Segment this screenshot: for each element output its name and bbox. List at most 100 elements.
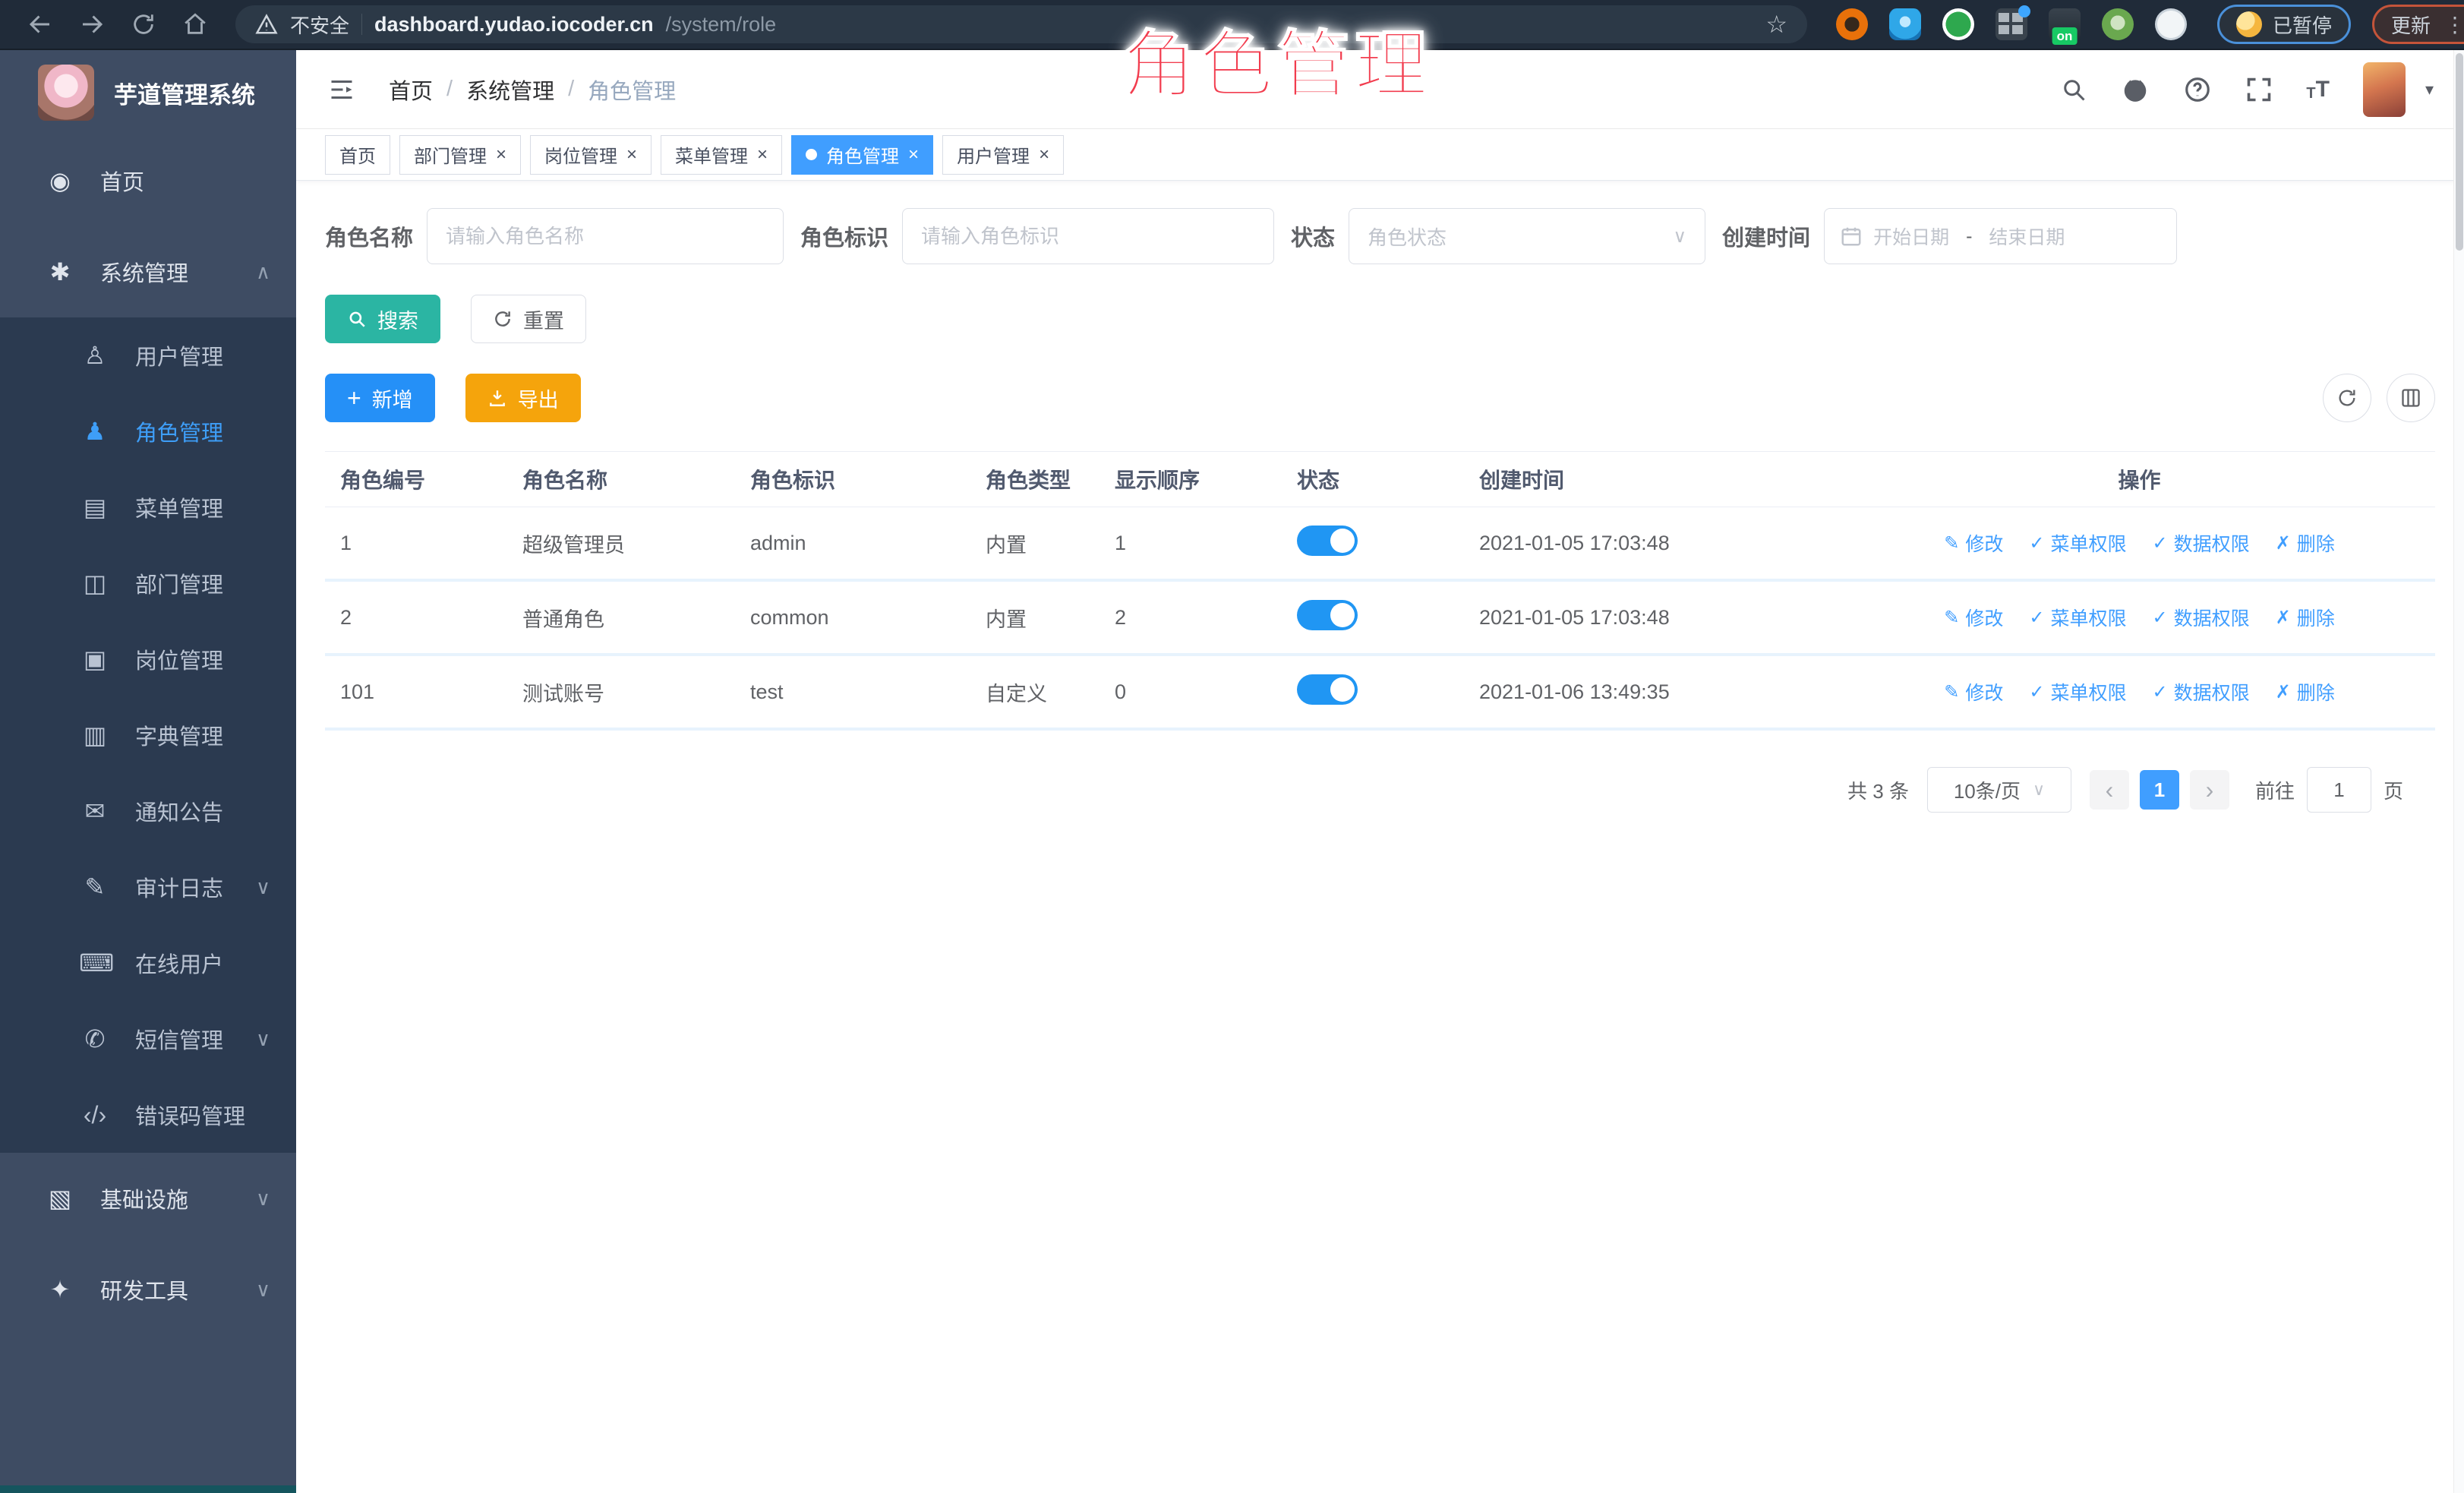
delete-link[interactable]: ✗ 删除 bbox=[2276, 529, 2335, 557]
sidebar-item-label: 角色管理 bbox=[135, 415, 223, 447]
close-icon[interactable]: × bbox=[1039, 146, 1049, 164]
app-logo[interactable]: 芋道管理系统 bbox=[0, 50, 296, 135]
close-icon[interactable]: × bbox=[626, 146, 637, 164]
page-size-select[interactable]: 10条/页 ∨ bbox=[1927, 767, 2071, 813]
browser-back-icon[interactable] bbox=[18, 5, 62, 43]
data-permission-link[interactable]: ✓ 数据权限 bbox=[2153, 529, 2250, 557]
close-icon[interactable]: × bbox=[757, 146, 768, 164]
sidebar-item-7[interactable]: ▥ 字典管理 bbox=[0, 697, 296, 773]
status-toggle[interactable] bbox=[1297, 600, 1358, 630]
sidebar-item-4[interactable]: ▤ 菜单管理 bbox=[0, 469, 296, 545]
status-select[interactable]: 角色状态 ∨ bbox=[1349, 208, 1705, 264]
sidebar-item-6[interactable]: ▣ 岗位管理 bbox=[0, 621, 296, 697]
sidebar-item-3[interactable]: ♟ 角色管理 bbox=[0, 393, 296, 469]
close-icon[interactable]: × bbox=[496, 146, 506, 164]
extension-icon-monkey[interactable] bbox=[2102, 8, 2134, 40]
error-code-icon: ‹/› bbox=[79, 1101, 111, 1129]
search-button[interactable]: 搜索 bbox=[325, 295, 440, 343]
edit-link[interactable]: ✎ 修改 bbox=[1944, 678, 2003, 705]
help-icon[interactable] bbox=[2183, 75, 2212, 104]
extension-icon-proxy[interactable]: on bbox=[2049, 8, 2081, 40]
add-button[interactable]: + 新增 bbox=[325, 374, 435, 422]
sidebar-item-10[interactable]: ⌨ 在线用户 bbox=[0, 925, 296, 1001]
browser-menu-dots-icon[interactable]: ⋮ bbox=[2444, 12, 2464, 37]
sidebar-item-label: 通知公告 bbox=[135, 795, 223, 827]
sidebar-item-2[interactable]: ♙ 用户管理 bbox=[0, 317, 296, 393]
github-icon[interactable] bbox=[2121, 75, 2150, 104]
sidebar-item-11[interactable]: ✆ 短信管理 bbox=[0, 1001, 296, 1077]
tag-2[interactable]: 岗位管理 × bbox=[530, 135, 651, 175]
browser-home-icon[interactable] bbox=[173, 5, 217, 43]
menu-permission-link[interactable]: ✓ 菜单权限 bbox=[2029, 529, 2126, 557]
edit-link[interactable]: ✎ 修改 bbox=[1944, 529, 2003, 557]
gear-icon: ✱ bbox=[44, 257, 76, 286]
menu-permission-link[interactable]: ✓ 菜单权限 bbox=[2029, 604, 2126, 631]
sidebar-item-12[interactable]: ‹/› 错误码管理 bbox=[0, 1077, 296, 1153]
extension-icon-grid-badge[interactable] bbox=[1995, 8, 2027, 40]
extension-icon-orange-target[interactable] bbox=[1836, 8, 1868, 40]
export-button[interactable]: 导出 bbox=[465, 374, 581, 422]
date-range-picker[interactable]: 开始日期 - 结束日期 bbox=[1824, 208, 2177, 264]
role-key-input[interactable] bbox=[902, 208, 1274, 264]
column-settings-button[interactable] bbox=[2387, 374, 2435, 422]
sidebar-item-0[interactable]: ◉ 首页 bbox=[0, 135, 296, 226]
cell-actions: ✎ 修改 ✓ 菜单权限 ✓ 数据权限 bbox=[1844, 678, 2435, 705]
sidebar-item-13[interactable]: ▧ 基础设施 bbox=[0, 1153, 296, 1244]
current-page-button[interactable]: 1 bbox=[2140, 770, 2179, 810]
announcement-icon: ✉ bbox=[79, 797, 111, 825]
total-count: 共 3 条 bbox=[1847, 776, 1909, 804]
pagination: 共 3 条 10条/页 ∨ ‹ 1 › 前往 页 bbox=[325, 767, 2435, 813]
delete-link[interactable]: ✗ 删除 bbox=[2276, 678, 2335, 705]
extension-icon-blue-gem[interactable] bbox=[1889, 8, 1921, 40]
data-permission-link[interactable]: ✓ 数据权限 bbox=[2153, 604, 2250, 631]
status-toggle[interactable] bbox=[1297, 674, 1358, 705]
breadcrumb-system[interactable]: 系统管理 bbox=[466, 74, 554, 106]
tag-label: 菜单管理 bbox=[675, 141, 748, 168]
menu-permission-link[interactable]: ✓ 菜单权限 bbox=[2029, 678, 2126, 705]
cell-role-id: 2 bbox=[325, 606, 507, 630]
font-size-icon[interactable]: TT bbox=[2306, 77, 2330, 103]
delete-link[interactable]: ✗ 删除 bbox=[2276, 604, 2335, 631]
tag-4[interactable]: 角色管理 × bbox=[791, 135, 933, 175]
tag-5[interactable]: 用户管理 × bbox=[942, 135, 1064, 175]
goto-label: 前往 bbox=[2255, 776, 2295, 804]
caret-down-icon[interactable]: ▾ bbox=[2425, 80, 2434, 99]
bookmark-star-icon[interactable]: ☆ bbox=[1765, 10, 1787, 39]
prev-page-button[interactable]: ‹ bbox=[2090, 770, 2129, 810]
browser-update-button[interactable]: 更新 ⋮ bbox=[2372, 5, 2464, 44]
browser-reload-icon[interactable] bbox=[121, 5, 166, 43]
profile-paused-chip[interactable]: 已暂停 bbox=[2217, 5, 2351, 44]
refresh-table-button[interactable] bbox=[2323, 374, 2371, 422]
reset-button[interactable]: 重置 bbox=[471, 295, 586, 343]
edit-link[interactable]: ✎ 修改 bbox=[1944, 604, 2003, 631]
goto-page-input[interactable] bbox=[2307, 767, 2371, 813]
extensions-puzzle-icon[interactable] bbox=[2155, 8, 2187, 40]
tag-3[interactable]: 菜单管理 × bbox=[661, 135, 782, 175]
breadcrumb-home[interactable]: 首页 bbox=[389, 74, 433, 106]
user-avatar[interactable] bbox=[2363, 62, 2406, 117]
status-toggle[interactable] bbox=[1297, 526, 1358, 556]
data-permission-link[interactable]: ✓ 数据权限 bbox=[2153, 678, 2250, 705]
browser-forward-icon[interactable] bbox=[70, 5, 114, 43]
sidebar-item-8[interactable]: ✉ 通知公告 bbox=[0, 773, 296, 849]
sidebar-item-9[interactable]: ✎ 审计日志 bbox=[0, 849, 296, 925]
scrollbar-thumb[interactable] bbox=[2456, 53, 2463, 251]
search-icon[interactable] bbox=[2060, 76, 2087, 103]
check-circle-icon: ✓ bbox=[2029, 681, 2044, 703]
tag-0[interactable]: 首页 × bbox=[325, 135, 390, 175]
next-page-button[interactable]: › bbox=[2190, 770, 2229, 810]
tag-1[interactable]: 部门管理 × bbox=[399, 135, 521, 175]
sidebar-item-label: 系统管理 bbox=[100, 256, 188, 288]
scrollbar[interactable] bbox=[2453, 50, 2464, 1493]
hamburger-icon[interactable] bbox=[327, 76, 357, 103]
sidebar-item-14[interactable]: ✦ 研发工具 bbox=[0, 1244, 296, 1335]
close-icon[interactable]: × bbox=[908, 146, 919, 164]
extension-icon-green-shield[interactable] bbox=[1942, 8, 1974, 40]
address-bar[interactable]: 不安全 dashboard.yudao.iocoder.cn /system/r… bbox=[235, 5, 1807, 43]
position-icon: ▣ bbox=[79, 645, 111, 674]
sidebar-item-1[interactable]: ✱ 系统管理 bbox=[0, 226, 296, 317]
role-name-input[interactable] bbox=[427, 208, 784, 264]
sidebar-item-5[interactable]: ◫ 部门管理 bbox=[0, 545, 296, 621]
fullscreen-icon[interactable] bbox=[2245, 76, 2273, 103]
chevron-icon bbox=[256, 1278, 270, 1302]
